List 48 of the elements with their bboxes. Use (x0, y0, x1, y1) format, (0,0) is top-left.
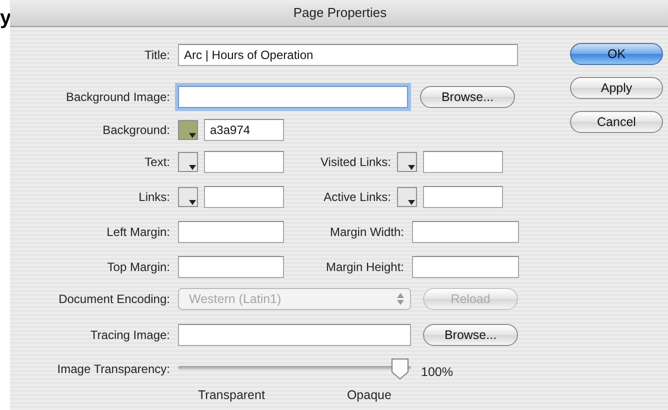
field-label: Active Links: (322, 189, 392, 206)
margin-field[interactable] (178, 221, 284, 243)
field-label: Links: (138, 189, 171, 206)
slider-max-label: Opaque (346, 386, 392, 404)
caret-icon (189, 165, 196, 170)
color-value-field[interactable] (204, 151, 284, 173)
dialog-button[interactable]: Cancel (570, 111, 663, 133)
tracing-image-field[interactable] (178, 324, 411, 346)
color-picker-button[interactable] (397, 187, 417, 207)
field-label: Visited Links: (320, 154, 392, 171)
dialog-button[interactable]: Apply (570, 77, 663, 99)
field-label: Tracing Image: (89, 327, 171, 344)
color-picker-button[interactable] (178, 120, 198, 140)
field-label: Background: (102, 122, 171, 139)
caret-icon (408, 200, 415, 205)
margin-field[interactable] (178, 256, 284, 278)
field-label: Margin Width: (328, 224, 405, 241)
field-label: Document Encoding: (58, 291, 171, 308)
caret-icon (189, 133, 196, 138)
field-label: Margin Height: (324, 259, 405, 276)
slider-thumb[interactable] (391, 358, 409, 380)
dialog-button[interactable]: OK (570, 43, 663, 65)
color-value-field[interactable] (423, 151, 503, 173)
field-label: Image Transparency: (56, 361, 171, 378)
browse-button[interactable]: Browse... (420, 86, 515, 108)
title-field[interactable]: Arc | Hours of Operation (178, 44, 518, 66)
field-label: Text: (144, 154, 171, 171)
browse-button[interactable]: Browse... (423, 324, 518, 346)
backdrop-text: y (0, 8, 12, 28)
field-label: Left Margin: (106, 224, 171, 241)
margin-field[interactable] (412, 256, 519, 278)
field-label: Top Margin: (106, 259, 171, 276)
caret-icon (408, 165, 415, 170)
slider-min-label: Transparent (197, 386, 265, 404)
field-label: Title: (143, 47, 171, 64)
percent-reading: 100% (421, 364, 453, 381)
field-label: Background Image: (64, 89, 171, 106)
margin-field[interactable] (412, 221, 519, 243)
color-picker-button[interactable] (178, 152, 198, 172)
color-value-field[interactable] (204, 186, 284, 208)
background-image-field[interactable] (178, 86, 408, 108)
color-picker-button[interactable] (397, 152, 417, 172)
stepper-arrows-icon (397, 293, 404, 305)
color-value-field[interactable]: a3a974 (204, 119, 284, 141)
color-value-field[interactable] (423, 186, 503, 208)
color-picker-button[interactable] (178, 187, 198, 207)
caret-icon (189, 200, 196, 205)
window-title: Page Properties (293, 4, 387, 22)
